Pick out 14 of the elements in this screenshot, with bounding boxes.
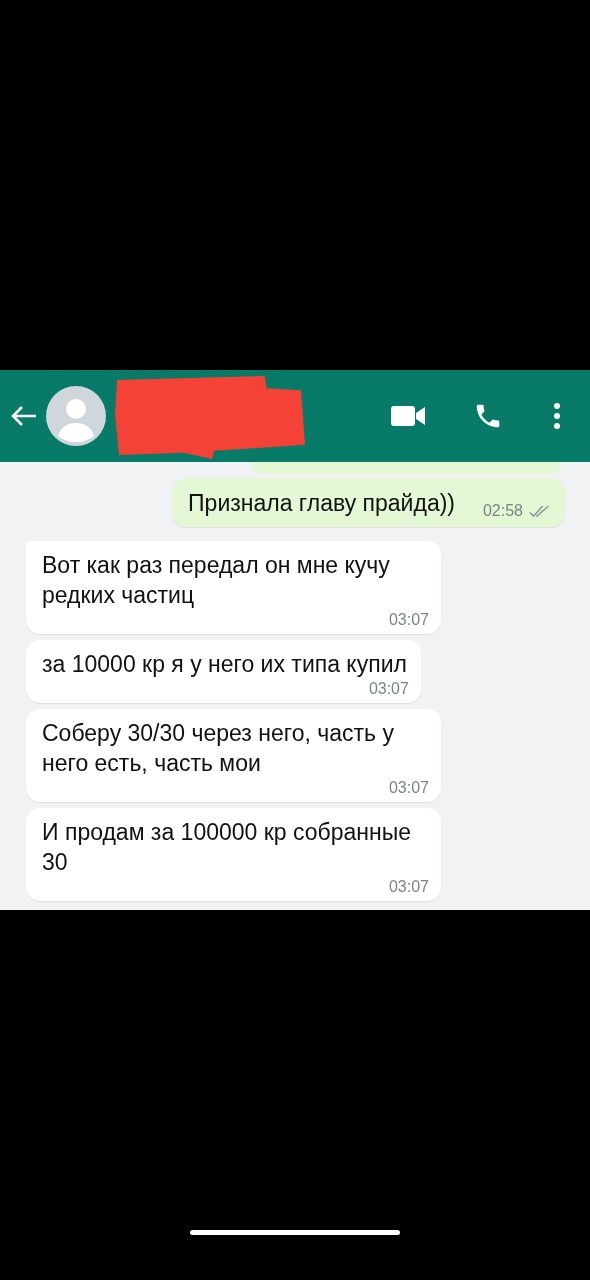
message-time: 02:58 [482,501,523,521]
message-text: Вот как раз передал он мне кучу редких частиц [42,551,391,610]
message-text: за 10000 кр я у него их типа купил [42,650,407,679]
menu-icon[interactable] [554,403,560,429]
video-call-icon[interactable] [391,405,425,427]
message-text: Соберу 30/30 через него, часть у него есть, часть мои [42,719,395,778]
back-arrow-icon[interactable] [10,404,38,428]
message-time: 03:07 [388,778,429,798]
message-text: И продам за 100000 кр собранные 30 [42,818,412,877]
message-text: Признала главу прайда)) [188,490,455,516]
message-time: 03:07 [368,679,409,699]
avatar-icon[interactable] [46,386,106,446]
message-time: 03:07 [388,877,429,897]
message-time: 03:07 [388,610,429,630]
